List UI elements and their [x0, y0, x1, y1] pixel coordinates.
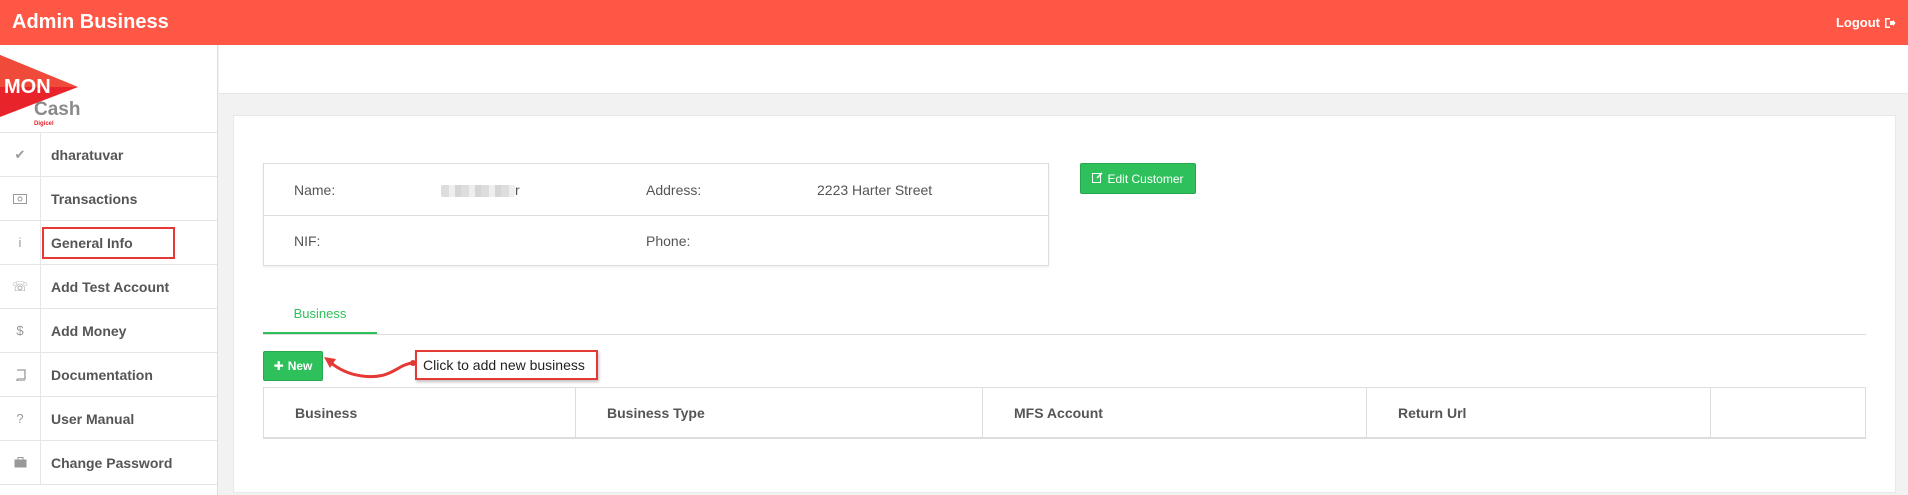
- sidebar-item-label: User Manual: [51, 410, 135, 427]
- callout-arrow-icon: [324, 357, 416, 379]
- name-value: r: [441, 182, 520, 198]
- column-business: Business: [264, 388, 576, 437]
- check-icon: ✔: [0, 132, 41, 177]
- sidebar-item-label: Transactions: [51, 190, 138, 207]
- moncash-logo: MON Cash Digicel: [0, 45, 217, 133]
- content-header: [219, 45, 1908, 94]
- question-icon: ?: [0, 396, 41, 441]
- tab-divider: [263, 334, 1866, 335]
- edit-customer-button[interactable]: Edit Customer: [1080, 163, 1196, 194]
- column-actions: [1711, 388, 1865, 437]
- new-label: New: [287, 359, 313, 373]
- logo-main-text: MON: [4, 76, 51, 98]
- app-title: Admin Business: [12, 11, 169, 33]
- edit-icon: [1092, 171, 1104, 186]
- business-table-header: Business Business Type MFS Account Retur…: [263, 387, 1866, 439]
- money-icon: [0, 176, 41, 221]
- briefcase-icon: [0, 440, 41, 485]
- sidebar-item-add-test-account[interactable]: ☏ Add Test Account: [0, 264, 217, 309]
- sidebar-item-add-money[interactable]: $ Add Money: [0, 308, 217, 353]
- sidebar-item-change-password[interactable]: Change Password: [0, 440, 217, 485]
- address-value: 2223 Harter Street: [817, 181, 933, 198]
- column-business-type: Business Type: [576, 388, 983, 437]
- phone-icon: ☏: [0, 264, 41, 309]
- logo-sub-text: Cash: [34, 99, 80, 120]
- redacted-name: [441, 184, 515, 197]
- sidebar-item-label: General Info: [42, 226, 175, 259]
- sidebar-item-transactions[interactable]: Transactions: [0, 176, 217, 221]
- info-row-nif: NIF: Phone:: [264, 215, 1048, 266]
- callout-annotation: Click to add new business: [415, 350, 598, 380]
- sidebar-item-general-info[interactable]: i General Info: [0, 220, 217, 265]
- tab-business[interactable]: Business: [263, 295, 377, 335]
- address-label: Address:: [646, 181, 702, 198]
- sidebar-item-label: dharatuvar: [51, 146, 124, 163]
- sidebar-item-documentation[interactable]: Documentation: [0, 352, 217, 397]
- book-icon: [0, 352, 41, 397]
- sidebar-item-label: Documentation: [51, 366, 153, 383]
- edit-customer-label: Edit Customer: [1107, 171, 1184, 186]
- logo-tag-text: Digicel: [34, 121, 54, 127]
- column-return-url: Return Url: [1367, 388, 1711, 437]
- sidebar-item-user[interactable]: ✔ dharatuvar: [0, 132, 217, 177]
- name-label: Name:: [294, 181, 336, 198]
- dollar-icon: $: [0, 308, 41, 353]
- nif-label: NIF:: [294, 233, 321, 249]
- top-bar: Admin Business Logout: [0, 0, 1908, 45]
- phone-label: Phone:: [646, 233, 691, 249]
- new-business-button[interactable]: ✚ New: [263, 351, 323, 381]
- sidebar-item-label: Change Password: [51, 454, 173, 471]
- info-row-name: Name: r Address: 2223 Harter Street: [264, 164, 1048, 215]
- column-mfs-account: MFS Account: [983, 388, 1367, 437]
- sidebar-item-user-manual[interactable]: ? User Manual: [0, 396, 217, 441]
- sign-out-icon: [1884, 17, 1896, 29]
- logout-button[interactable]: Logout: [1836, 15, 1896, 30]
- sidebar-item-label: Add Money: [51, 322, 127, 339]
- plus-icon: ✚: [273, 359, 284, 373]
- logout-label: Logout: [1835, 15, 1880, 30]
- info-icon: i: [0, 220, 41, 265]
- sidebar-item-label: Add Test Account: [51, 278, 170, 295]
- customer-info-card: Name: r Address: 2223 Harter Street NIF:…: [263, 163, 1049, 266]
- sidebar: MON Cash Digicel ✔ dharatuvar Transactio…: [0, 45, 218, 495]
